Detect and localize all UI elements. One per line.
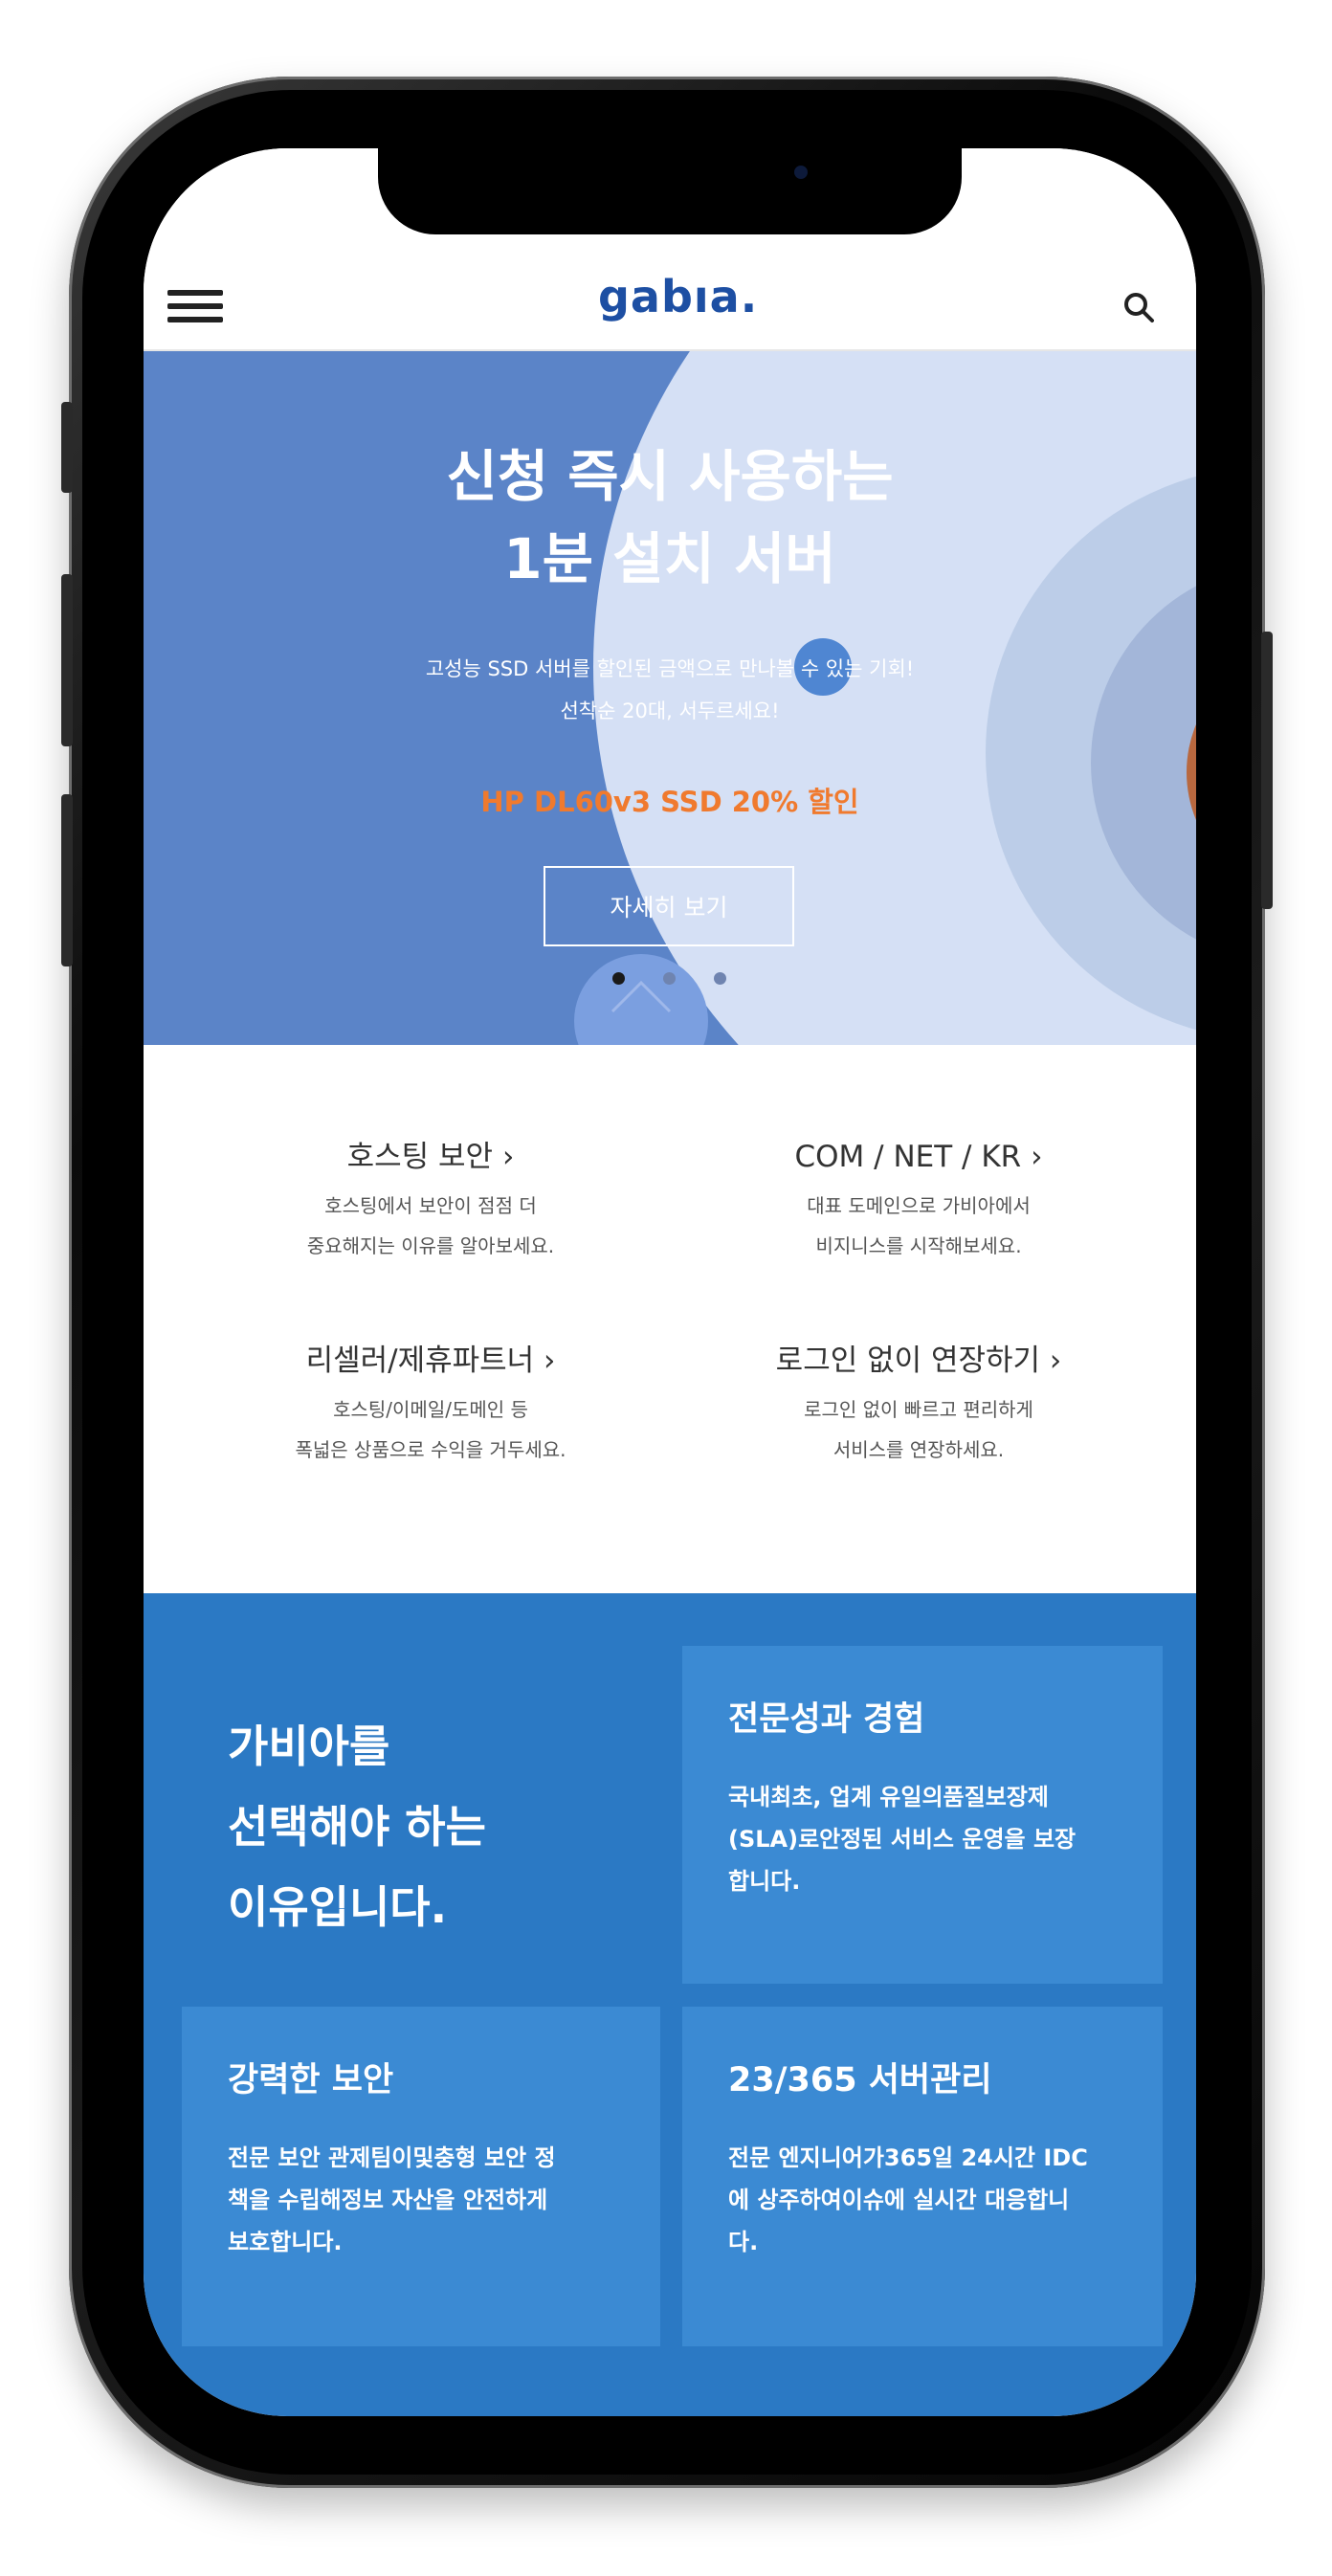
feature-card-expertise: 전문성과 경험 국내최초, 업계 유일의품질보장제 (SLA)로안정된 서비스 … (682, 1646, 1163, 1984)
hero-banner[interactable]: 신청 즉시 사용하는 1분 설치 서버 고성능 SSD 서버를 할인된 금액으로… (144, 351, 1196, 1045)
hero-subtitle-line: 고성능 SSD 서버를 할인된 금액으로 만나볼 수 있는 기회! (425, 657, 915, 680)
slide-dot-3[interactable] (714, 972, 726, 985)
quick-link-desc: 호스팅/이메일/도메인 등 폭넓은 상품으로 수익을 거두세요. (295, 1398, 566, 1461)
hero-subtitle-line: 선착순 20대, 서두르세요! (560, 700, 780, 722)
quick-link-title[interactable]: 로그인 없이 연장하기 › (670, 1340, 1167, 1382)
quick-link-desc: 대표 도메인으로 가비아에서 비지니스를 시작해보세요. (807, 1194, 1031, 1257)
why-gabia-section: 가비아를 선택해야 하는 이유입니다. 전문성과 경험 국내최초, 업계 유일의… (144, 1593, 1196, 2416)
hero-title: 신청 즉시 사용하는 1분 설치 서버 (144, 435, 1196, 600)
quick-link-title[interactable]: 리셀러/제휴파트너 › (182, 1340, 679, 1382)
hamburger-menu-icon[interactable] (167, 290, 223, 322)
card-text: 전문 엔지니어가365일 24시간 IDC 에 상주하여이슈에 실시간 대응합니… (728, 2144, 1088, 2255)
mute-switch (61, 402, 73, 493)
front-camera (794, 166, 808, 179)
quick-link-hosting-security[interactable]: 호스팅 보안 › 호스팅에서 보안이 점점 더 중요해지는 이유를 알아보세요. (182, 1136, 679, 1266)
quick-link-renew-without-login[interactable]: 로그인 없이 연장하기 › 로그인 없이 빠르고 편리하게 서비스를 연장하세요… (670, 1340, 1167, 1470)
phone-screen: gabıa. 신청 즉시 사용하는 1분 설치 서버 고성능 SSD 서버를 할… (144, 148, 1196, 2416)
quick-link-desc: 호스팅에서 보안이 점점 더 중요해지는 이유를 알아보세요. (306, 1194, 555, 1257)
quick-link-desc: 로그인 없이 빠르고 편리하게 서비스를 연장하세요. (804, 1398, 1033, 1461)
volume-down-button (61, 794, 73, 966)
quick-links-section: 호스팅 보안 › 호스팅에서 보안이 점점 더 중요해지는 이유를 알아보세요.… (144, 1045, 1196, 1593)
hero-detail-button[interactable]: 자세히 보기 (544, 866, 794, 946)
chevron-right-icon: › (501, 1140, 515, 1174)
phone-notch (378, 148, 962, 234)
feature-card-server-management: 23/365 서버관리 전문 엔지니어가365일 24시간 IDC 에 상주하여… (682, 2007, 1163, 2346)
card-title: 강력한 보안 (228, 2061, 394, 2099)
power-button (1261, 632, 1273, 909)
gabia-logo[interactable]: gabıa. (598, 271, 757, 328)
quick-link-domains[interactable]: COM / NET / KR › 대표 도메인으로 가비아에서 비지니스를 시작… (670, 1136, 1167, 1266)
slide-dot-2[interactable] (663, 972, 676, 985)
card-text: 전문 보안 관제팀이및충형 보안 정 책을 수립해정보 자산을 안전하게 보호합… (228, 2144, 556, 2255)
hero-promo-text: HP DL60v3 SSD 20% 할인 (480, 786, 859, 818)
hero-subtitle: 고성능 SSD 서버를 할인된 금액으로 만나볼 수 있는 기회! 선착순 20… (144, 648, 1196, 732)
card-title: 전문성과 경험 (728, 1700, 925, 1739)
card-title: 23/365 서버관리 (728, 2061, 992, 2099)
mockup-stage: gabıa. 신청 즉시 사용하는 1분 설치 서버 고성능 SSD 서버를 할… (0, 0, 1332, 2576)
chevron-right-icon: › (1031, 1140, 1043, 1174)
search-icon[interactable] (1121, 290, 1156, 324)
card-text: 국내최초, 업계 유일의품질보장제 (SLA)로안정된 서비스 운영을 보장 합… (728, 1784, 1077, 1895)
quick-link-reseller[interactable]: 리셀러/제휴파트너 › 호스팅/이메일/도메인 등 폭넓은 상품으로 수익을 거… (182, 1340, 679, 1470)
chevron-right-icon: › (1049, 1344, 1062, 1378)
chevron-right-icon: › (544, 1344, 556, 1378)
why-heading: 가비아를 선택해야 하는 이유입니다. (228, 1721, 486, 1933)
hero-title-line: 신청 즉시 사용하는 (446, 444, 894, 509)
hero-title-line: 1분 설치 서버 (503, 526, 836, 591)
slide-dot-1[interactable] (612, 972, 625, 985)
volume-up-button (61, 574, 73, 746)
quick-link-title[interactable]: COM / NET / KR › (670, 1136, 1167, 1178)
quick-link-title[interactable]: 호스팅 보안 › (182, 1136, 679, 1178)
feature-card-security: 강력한 보안 전문 보안 관제팀이및충형 보안 정 책을 수립해정보 자산을 안… (182, 2007, 660, 2346)
